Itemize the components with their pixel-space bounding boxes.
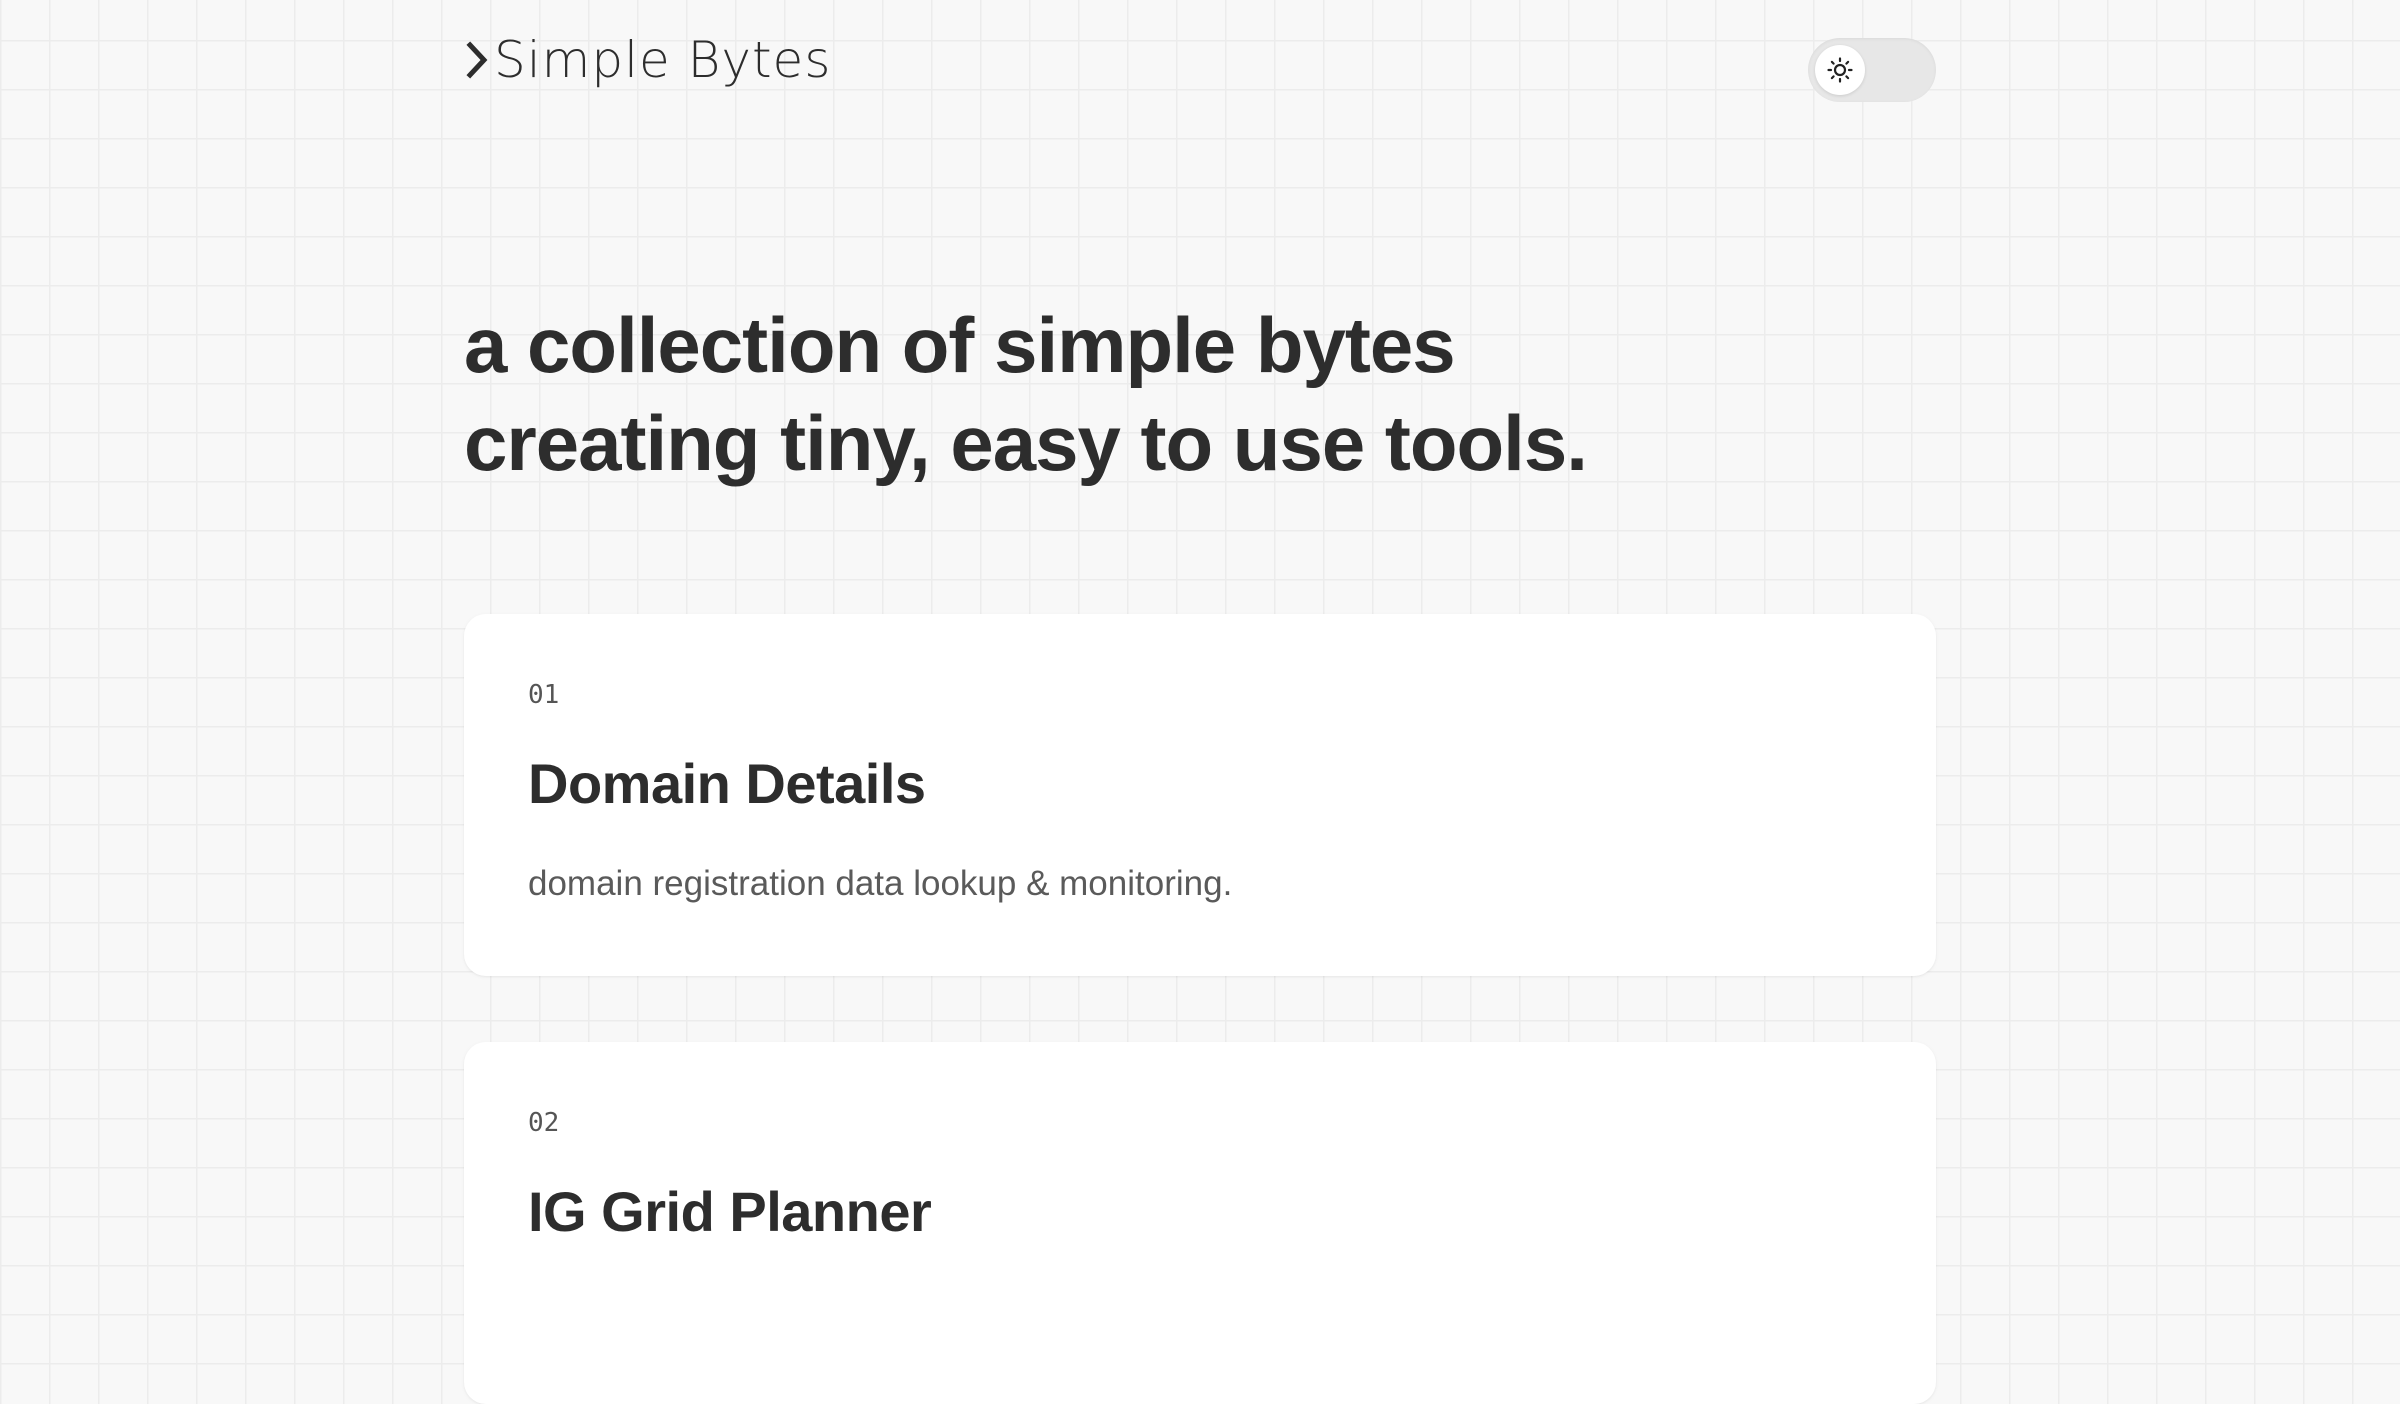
tool-number: 02 — [528, 1108, 560, 1138]
tool-description: domain registration data lookup & monito… — [528, 864, 1233, 903]
tool-title: IG Grid Planner — [528, 1180, 932, 1243]
tool-number: 01 — [528, 680, 560, 710]
logo-text: Simple Bytes — [494, 31, 832, 89]
tool-title: Domain Details — [528, 752, 926, 815]
hero-line-1: a collection of simple bytes — [464, 301, 1456, 389]
logo-link[interactable]: Simple Bytes — [464, 32, 831, 88]
sun-icon — [1827, 57, 1853, 83]
chevron-right-icon — [466, 41, 488, 79]
tool-card-domain-details[interactable]: 01 Domain Details domain registration da… — [464, 614, 1936, 976]
toggle-knob — [1815, 45, 1865, 95]
hero-heading: a collection of simple bytes creating ti… — [464, 296, 1936, 492]
site-header: Simple Bytes — [464, 30, 1936, 110]
hero-line-2: creating tiny, easy to use tools. — [464, 399, 1588, 487]
tool-card-ig-grid-planner[interactable]: 02 IG Grid Planner — [464, 1042, 1936, 1404]
theme-toggle[interactable] — [1808, 38, 1936, 102]
